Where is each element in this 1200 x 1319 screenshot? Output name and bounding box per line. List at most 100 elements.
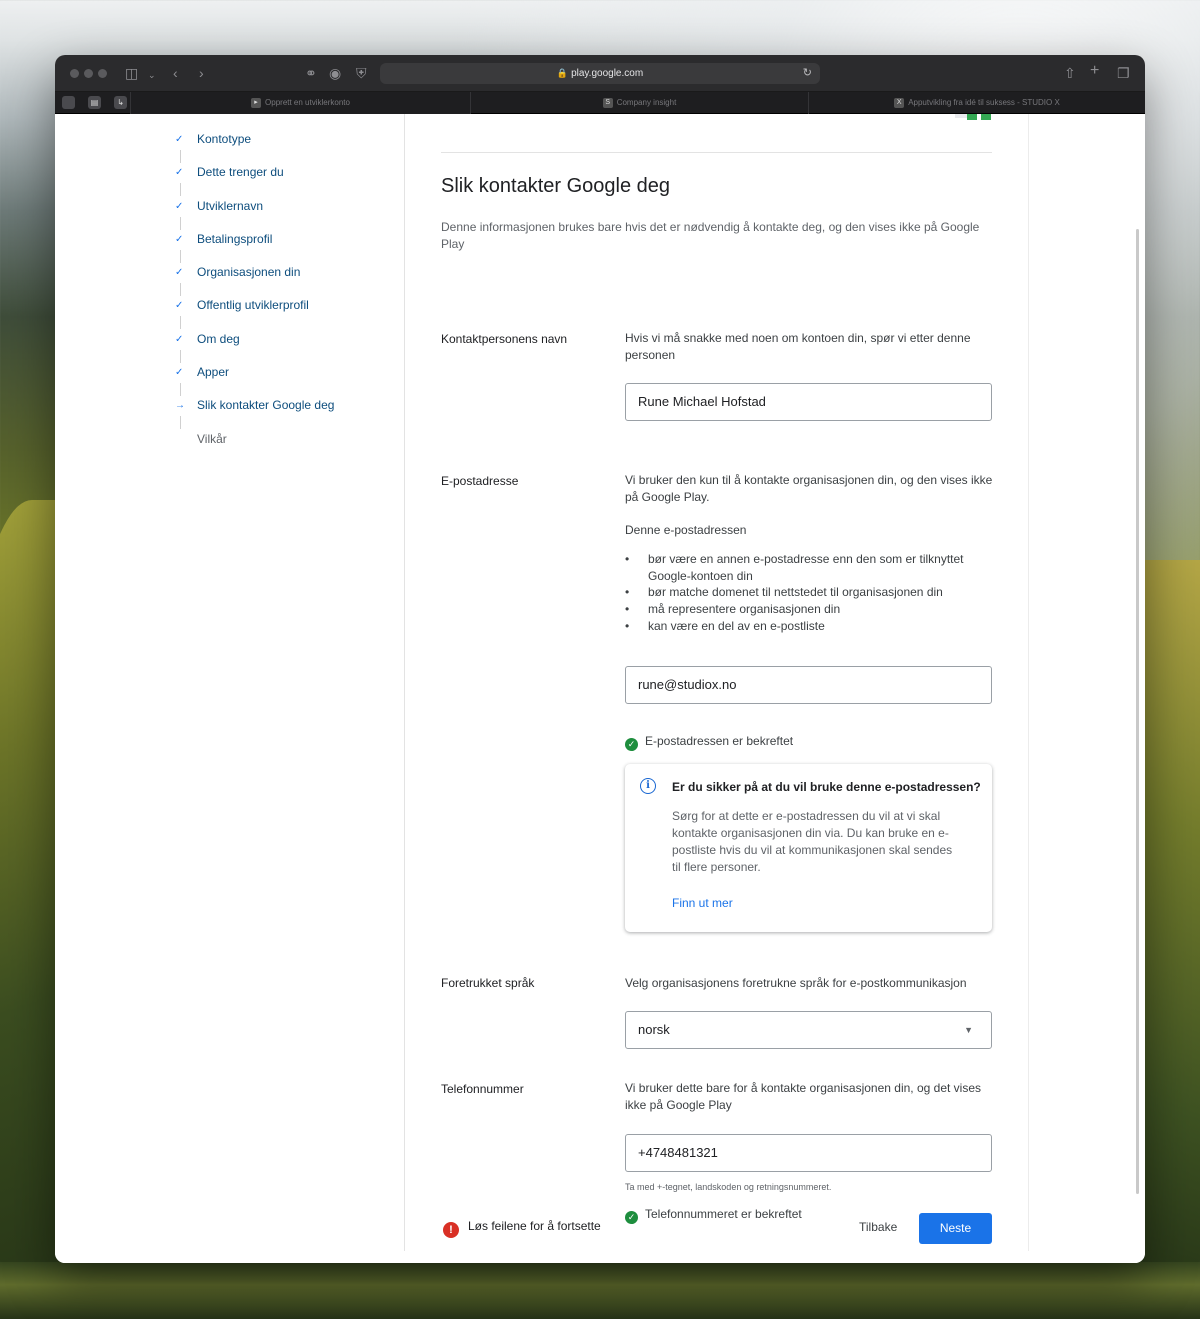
step-label: Slik kontakter Google deg <box>197 398 335 413</box>
contact-name-input[interactable]: Rune Michael Hofstad <box>625 383 992 421</box>
check-icon: ✓ <box>175 267 184 279</box>
step-connector <box>180 183 181 197</box>
step-label: Vilkår <box>197 431 227 446</box>
shield-icon[interactable]: ⛨ <box>356 65 367 81</box>
check-icon: ✓ <box>175 200 184 212</box>
step-connector <box>180 416 181 430</box>
back-icon[interactable]: ‹ <box>173 65 178 81</box>
phone-input[interactable]: +4748481321 <box>625 1134 992 1172</box>
phone-description: Vi bruker dette bare for å kontakte orga… <box>625 1081 981 1112</box>
privacy-icon[interactable]: ⚭ <box>305 65 317 81</box>
error-icon: ! <box>443 1222 459 1238</box>
tab-opprett-utviklerkonto[interactable]: ▸ Opprett en utviklerkonto <box>130 92 470 114</box>
wallpaper-bottom <box>0 1262 1200 1319</box>
check-icon: ✓ <box>175 367 184 379</box>
zoom-window-button[interactable] <box>98 69 107 78</box>
sidebar-toggle-icon[interactable]: ◫ <box>125 65 138 81</box>
arrow-right-icon: → <box>175 400 185 412</box>
info-icon: i <box>640 778 656 794</box>
extension-icon[interactable]: ◉ <box>329 65 341 81</box>
step-label: Kontotype <box>197 132 252 146</box>
check-icon: ✓ <box>175 333 184 345</box>
tab-company-insight[interactable]: S Company insight <box>470 92 808 114</box>
phone-label: Telefonnummer <box>441 1082 524 1096</box>
list-item: bør være en annen e-postadresse enn den … <box>625 551 985 584</box>
tab-label: Company insight <box>616 98 677 107</box>
new-tab-icon[interactable]: + <box>1090 63 1099 79</box>
step-label: Dette trenger du <box>197 165 284 180</box>
phone-hint: Ta med +-tegnet, landskoden og retningsn… <box>625 1182 832 1192</box>
reload-icon[interactable]: ↻ <box>803 63 812 84</box>
browser-toolbar: ◫ ⌄ ‹ › ⚭ ◉ ⛨ 🔒 play.google.com ↻ ⇧ + ❐ <box>55 55 1145 92</box>
tab-label: Opprett en utviklerkonto <box>265 98 350 107</box>
tab-label: Apputvikling fra idé til suksess - STUDI… <box>908 98 1060 107</box>
step-connector <box>180 316 181 330</box>
step-label: Organisasjonen din <box>197 265 301 280</box>
pinned-tab-2[interactable]: ▤ <box>88 96 101 109</box>
check-icon: ✓ <box>175 233 184 245</box>
content-divider <box>1028 114 1029 1251</box>
pinned-tab-3[interactable]: ↳ <box>114 96 127 109</box>
step-label: Om deg <box>197 331 240 346</box>
minimize-window-button[interactable] <box>84 69 93 78</box>
contact-name-label: Kontaktpersonens navn <box>441 332 568 346</box>
play-icon: ▸ <box>251 97 262 108</box>
next-button[interactable]: Neste <box>919 1213 992 1244</box>
sidebar-divider <box>404 114 405 1251</box>
close-window-button[interactable] <box>70 69 79 78</box>
language-label: Foretrukket språk <box>441 976 535 990</box>
step-connector <box>180 383 181 397</box>
favicon-s-icon: S <box>602 97 613 108</box>
back-button[interactable]: Tilbake <box>859 1220 897 1234</box>
language-selected-value: norsk <box>638 1022 670 1037</box>
email-list-intro: Denne e-postadressen <box>625 523 747 537</box>
check-icon: ✓ <box>175 134 184 145</box>
email-verified-status: ✓ E-postadressen er bekreftet <box>625 734 793 751</box>
form-error-message: ! Løs feilene for å fortsette <box>443 1219 601 1238</box>
lock-icon: 🔒 <box>556 68 569 78</box>
check-icon: ✓ <box>175 167 184 179</box>
page-scrollbar[interactable] <box>1136 229 1139 1194</box>
play-logo-fragment <box>955 114 995 122</box>
list-item: må representere organisasjonen din <box>625 601 985 618</box>
email-info-card: i Er du sikker på at du vil bruke denne … <box>625 764 992 932</box>
check-circle-icon: ✓ <box>625 1211 638 1224</box>
language-description: Velg organisasjonens foretrukne språk fo… <box>625 976 967 990</box>
tab-bar: ▤ ↳ ▸ Opprett en utviklerkonto S Company i… <box>55 92 1145 114</box>
tab-overview-icon[interactable]: ❐ <box>1117 65 1130 81</box>
email-description: Vi bruker den kun til å kontakte organis… <box>625 473 993 504</box>
page-content: ✓ Kontotype ✓ Dette trenger du ✓ Utviklerna… <box>55 114 1145 1263</box>
header-divider <box>441 152 992 153</box>
step-label: Offentlig utviklerprofil <box>197 298 309 313</box>
list-item: bør matche domenet til nettstedet til or… <box>625 584 985 601</box>
list-item: kan være en del av en e-postliste <box>625 618 985 635</box>
check-circle-icon: ✓ <box>625 738 638 751</box>
address-bar[interactable]: 🔒 play.google.com ↻ <box>380 63 820 84</box>
email-input[interactable]: rune@studiox.no <box>625 666 992 704</box>
forward-icon[interactable]: › <box>199 65 204 81</box>
share-icon[interactable]: ⇧ <box>1064 65 1076 81</box>
pinned-tab-1[interactable] <box>62 96 75 109</box>
page-intro: Denne informasjonen brukes bare hvis det… <box>441 220 980 251</box>
email-label: E-postadresse <box>441 474 519 488</box>
phone-verified-text: Telefonnummeret er bekreftet <box>645 1207 802 1221</box>
contact-name-description: Hvis vi må snakke med noen om kontoen di… <box>625 331 971 362</box>
check-icon: ✓ <box>175 300 184 312</box>
step-connector <box>180 349 181 363</box>
phone-verified-status: ✓ Telefonnummeret er bekreftet <box>625 1207 802 1224</box>
step-connector <box>180 150 181 163</box>
step-connector <box>180 249 181 263</box>
chevron-down-icon[interactable]: ⌄ <box>148 67 156 83</box>
learn-more-link[interactable]: Finn ut mer <box>672 896 733 910</box>
tab-studio-x[interactable]: X Apputvikling fra idé til suksess - STUD… <box>808 92 1145 114</box>
language-select[interactable]: norsk ▼ <box>625 1011 992 1049</box>
step-connector <box>180 216 181 230</box>
page-title: Slik kontakter Google deg <box>441 175 671 197</box>
info-card-title: Er du sikker på at du vil bruke denne e-… <box>672 780 981 794</box>
error-text: Løs feilene for å fortsette <box>468 1219 601 1233</box>
email-requirements-list: bør være en annen e-postadresse enn den … <box>625 551 985 635</box>
info-card-body: Sørg for at dette er e-postadressen du v… <box>672 809 953 874</box>
step-connector <box>180 283 181 297</box>
url-text: play.google.com <box>571 68 644 79</box>
step-label: Betalingsprofil <box>197 231 273 246</box>
